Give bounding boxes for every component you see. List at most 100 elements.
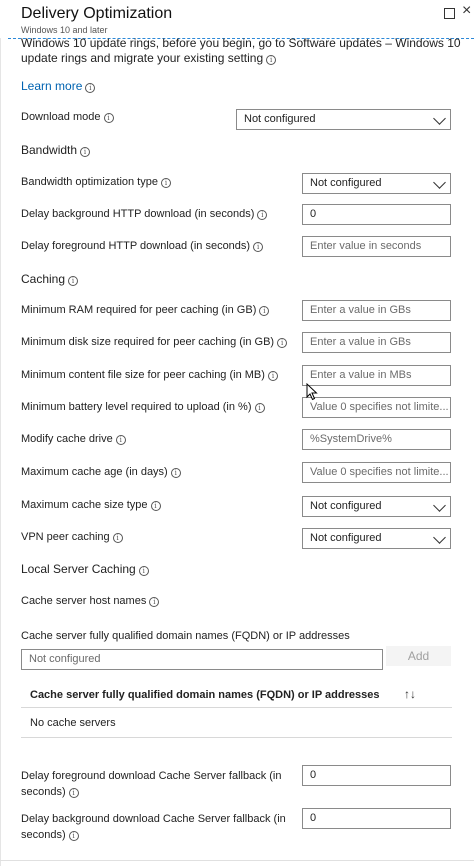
- max-age-input[interactable]: Value 0 specifies not limite...: [302, 462, 451, 483]
- max-size-type-dropdown[interactable]: Not configured: [302, 496, 451, 517]
- info-icon[interactable]: i: [115, 435, 126, 445]
- add-button[interactable]: Add: [386, 646, 451, 666]
- info-icon[interactable]: i: [85, 83, 96, 93]
- sort-icon[interactable]: ↑↓: [404, 687, 416, 701]
- min-battery-placeholder: Value 0 specifies not limite...: [310, 401, 449, 413]
- caching-section-title: Caching i: [21, 272, 79, 286]
- delay-fg-http-placeholder: Enter value in seconds: [310, 240, 422, 252]
- bandwidth-title-text: Bandwidth: [21, 143, 78, 157]
- min-battery-label: Minimum battery level required to upload…: [21, 401, 265, 413]
- download-mode-value: Not configured: [244, 113, 316, 125]
- min-disk-label: Minimum disk size required for peer cach…: [21, 336, 288, 348]
- fqdn-label: Cache server fully qualified domain name…: [21, 630, 350, 642]
- delay-bg-http-value: 0: [310, 208, 317, 220]
- fg-fallback-input[interactable]: 0: [302, 765, 451, 786]
- page-title: Delivery Optimization: [21, 5, 173, 22]
- min-battery-input[interactable]: Value 0 specifies not limite...: [302, 397, 451, 418]
- max-size-type-label: Maximum cache size type i: [21, 499, 161, 511]
- bandwidth-optimization-dropdown[interactable]: Not configured: [302, 173, 451, 194]
- min-ram-label: Minimum RAM required for peer caching (i…: [21, 304, 270, 316]
- info-icon[interactable]: i: [68, 788, 79, 798]
- min-content-label: Minimum content file size for peer cachi…: [21, 369, 278, 381]
- min-disk-label-text: Minimum disk size required for peer cach…: [21, 336, 275, 348]
- info-icon[interactable]: i: [149, 597, 160, 607]
- bg-fallback-label: Delay background download Cache Server f…: [21, 811, 286, 843]
- info-icon[interactable]: i: [103, 113, 114, 123]
- chevron-down-icon: [433, 176, 446, 189]
- panel-bottom-border: [0, 860, 474, 861]
- fqdn-input[interactable]: Not configured: [21, 649, 383, 670]
- min-content-label-text: Minimum content file size for peer cachi…: [21, 369, 265, 381]
- info-icon[interactable]: i: [259, 306, 270, 316]
- cache-drive-placeholder: %SystemDrive%: [310, 433, 392, 445]
- learn-more-link[interactable]: Learn more i: [21, 79, 96, 93]
- bandwidth-optimization-label: Bandwidth optimization type i: [21, 176, 171, 188]
- bandwidth-optimization-label-text: Bandwidth optimization type: [21, 176, 158, 188]
- mouse-cursor-icon: [306, 383, 318, 401]
- bg-fallback-input[interactable]: 0: [302, 808, 451, 829]
- local-server-title-text: Local Server Caching: [21, 562, 136, 576]
- max-size-type-label-text: Maximum cache size type: [21, 499, 148, 511]
- delay-fg-http-label: Delay foreground HTTP download (in secon…: [21, 240, 264, 252]
- info-icon[interactable]: i: [68, 276, 79, 286]
- bg-fallback-label-line1: Delay background download Cache Server f…: [21, 813, 286, 825]
- info-icon[interactable]: i: [253, 242, 264, 252]
- delay-fg-http-input[interactable]: Enter value in seconds: [302, 236, 451, 257]
- fg-fallback-value: 0: [310, 769, 317, 781]
- vpn-peer-label: VPN peer caching i: [21, 531, 123, 543]
- download-mode-label: Download mode i: [21, 111, 114, 123]
- fqdn-table-header: Cache server fully qualified domain name…: [21, 684, 452, 708]
- delay-bg-http-input[interactable]: 0: [302, 204, 451, 225]
- min-content-input[interactable]: Enter a value in MBs: [302, 365, 451, 386]
- download-mode-dropdown[interactable]: Not configured: [236, 109, 451, 130]
- close-icon[interactable]: ×: [462, 3, 471, 19]
- info-icon[interactable]: i: [254, 403, 265, 413]
- intro-text: Windows 10 update rings, before you begi…: [21, 36, 461, 66]
- delay-bg-http-label: Delay background HTTP download (in secon…: [21, 208, 268, 220]
- fg-fallback-label-line2: seconds): [21, 786, 66, 798]
- info-icon[interactable]: i: [266, 55, 277, 65]
- learn-more-label: Learn more: [21, 79, 83, 93]
- chevron-down-icon: [433, 112, 446, 125]
- cache-drive-input[interactable]: %SystemDrive%: [302, 429, 451, 450]
- min-content-placeholder: Enter a value in MBs: [310, 369, 412, 381]
- info-icon[interactable]: i: [267, 371, 278, 381]
- info-icon[interactable]: i: [160, 178, 171, 188]
- bg-fallback-value: 0: [310, 812, 317, 824]
- table-divider: [21, 737, 452, 738]
- info-icon[interactable]: i: [112, 533, 123, 543]
- cache-drive-label: Modify cache drive i: [21, 433, 126, 445]
- panel-left-border: [0, 0, 1, 866]
- cache-host-names-label: Cache server host names i: [21, 595, 160, 607]
- info-icon[interactable]: i: [170, 468, 181, 478]
- info-icon[interactable]: i: [80, 147, 91, 157]
- min-battery-label-text: Minimum battery level required to upload…: [21, 401, 252, 413]
- info-icon[interactable]: i: [138, 566, 149, 576]
- info-icon[interactable]: i: [257, 210, 268, 220]
- cache-host-names-label-text: Cache server host names: [21, 595, 147, 607]
- info-icon[interactable]: i: [68, 831, 79, 841]
- vpn-peer-dropdown[interactable]: Not configured: [302, 528, 451, 549]
- vpn-peer-label-text: VPN peer caching: [21, 531, 110, 543]
- max-age-placeholder: Value 0 specifies not limite...: [310, 466, 449, 478]
- fqdn-placeholder: Not configured: [29, 653, 101, 665]
- table-empty-message: No cache servers: [30, 717, 116, 729]
- page-subtitle: Windows 10 and later: [21, 25, 108, 35]
- bg-fallback-label-line2: seconds): [21, 829, 66, 841]
- chevron-down-icon: [433, 499, 446, 512]
- min-disk-input[interactable]: Enter a value in GBs: [302, 332, 451, 353]
- fqdn-column-header[interactable]: Cache server fully qualified domain name…: [30, 689, 379, 701]
- max-age-label-text: Maximum cache age (in days): [21, 466, 168, 478]
- maximize-icon[interactable]: [444, 8, 455, 19]
- intro-text-content: Windows 10 update rings, before you begi…: [21, 36, 461, 65]
- info-icon[interactable]: i: [150, 501, 161, 511]
- max-size-type-value: Not configured: [310, 500, 382, 512]
- download-mode-label-text: Download mode: [21, 111, 101, 123]
- info-icon[interactable]: i: [277, 338, 288, 348]
- vpn-peer-value: Not configured: [310, 532, 382, 544]
- caching-title-text: Caching: [21, 272, 66, 286]
- min-ram-input[interactable]: Enter a value in GBs: [302, 300, 451, 321]
- min-ram-label-text: Minimum RAM required for peer caching (i…: [21, 304, 257, 316]
- delay-bg-http-label-text: Delay background HTTP download (in secon…: [21, 208, 255, 220]
- bandwidth-section-title: Bandwidth i: [21, 143, 91, 157]
